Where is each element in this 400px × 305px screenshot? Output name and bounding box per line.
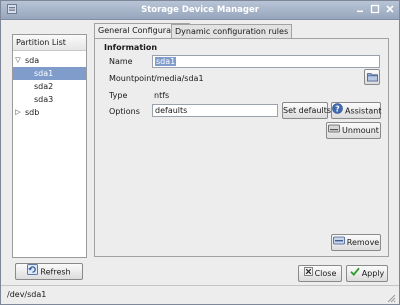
app-window: Storage Device Manager Partition List ▽ … [0, 0, 400, 305]
partition-list-header[interactable]: Partition List [13, 35, 86, 51]
drive-icon [328, 123, 340, 138]
type-value: ntfs [154, 91, 170, 100]
tree-item-label: sdb [25, 108, 40, 117]
mountpoint-label: Mountpoint [109, 74, 155, 83]
close-window-icon[interactable] [384, 4, 395, 15]
unmount-button[interactable]: Unmount [326, 122, 381, 139]
tab-label: Dynamic configuration rules [175, 27, 289, 36]
tree-item-sdb[interactable]: ▷ sdb [13, 106, 86, 119]
set-defaults-button[interactable]: Set defaults [282, 102, 331, 119]
status-text: /dev/sda1 [7, 290, 47, 299]
refresh-label: Refresh [40, 267, 71, 277]
tab-dynamic-configuration-rules[interactable]: Dynamic configuration rules [171, 24, 293, 39]
options-label: Options [109, 107, 140, 116]
remove-drive-icon [332, 235, 345, 250]
collapsed-arrow-icon[interactable]: ▷ [14, 106, 22, 119]
close-button[interactable]: Close [298, 265, 342, 282]
unmount-label: Unmount [342, 126, 379, 135]
name-field[interactable]: sda1 [152, 55, 380, 68]
status-bar: /dev/sda1 [1, 285, 399, 304]
browse-folder-button[interactable] [364, 69, 380, 85]
minimize-icon[interactable] [354, 4, 365, 15]
maximize-icon[interactable] [369, 4, 380, 15]
tree-item-label: sda2 [34, 82, 54, 91]
tree-item-label: sda [25, 56, 40, 65]
options-field-value: defaults [155, 106, 188, 115]
mountpoint-value: /media/sda1 [154, 74, 204, 83]
options-field[interactable]: defaults [152, 104, 278, 117]
resize-grip-icon[interactable] [386, 293, 396, 303]
tree-item-sda2[interactable]: sda2 [13, 80, 86, 93]
tree-item-sda3[interactable]: sda3 [13, 93, 86, 106]
name-field-value: sda1 [155, 57, 177, 66]
tree-item-label: sda1 [34, 69, 54, 78]
set-defaults-label: Set defaults [283, 106, 331, 115]
window-title: Storage Device Manager [141, 5, 259, 15]
tree-item-sda[interactable]: ▽ sda [13, 54, 86, 67]
close-label: Close [314, 269, 337, 278]
partition-list[interactable]: Partition List ▽ sda sda1 sda2 sda3 ▷ sd… [12, 34, 87, 258]
title-bar[interactable]: Storage Device Manager [1, 1, 399, 20]
assistant-label: Assistant [345, 106, 382, 116]
remove-label: Remove [346, 238, 380, 247]
svg-text:?: ? [335, 104, 340, 113]
assistant-button[interactable]: ? Assistant [331, 102, 381, 119]
type-label: Type [109, 91, 128, 100]
apply-label: Apply [361, 269, 385, 278]
tree-item-label: sda3 [34, 95, 54, 104]
information-heading: Information [104, 43, 158, 52]
help-icon: ? [332, 103, 343, 119]
refresh-button[interactable]: Refresh [15, 263, 83, 280]
tab-panel [94, 38, 389, 257]
apply-button[interactable]: Apply [346, 265, 388, 282]
refresh-icon [27, 264, 39, 280]
close-x-icon [303, 266, 313, 281]
name-label: Name [109, 57, 133, 66]
folder-icon [366, 72, 378, 81]
checkmark-icon [350, 266, 360, 281]
tree-item-sda1[interactable]: sda1 [13, 67, 86, 80]
expanded-arrow-icon[interactable]: ▽ [14, 54, 22, 67]
remove-button[interactable]: Remove [331, 234, 381, 251]
